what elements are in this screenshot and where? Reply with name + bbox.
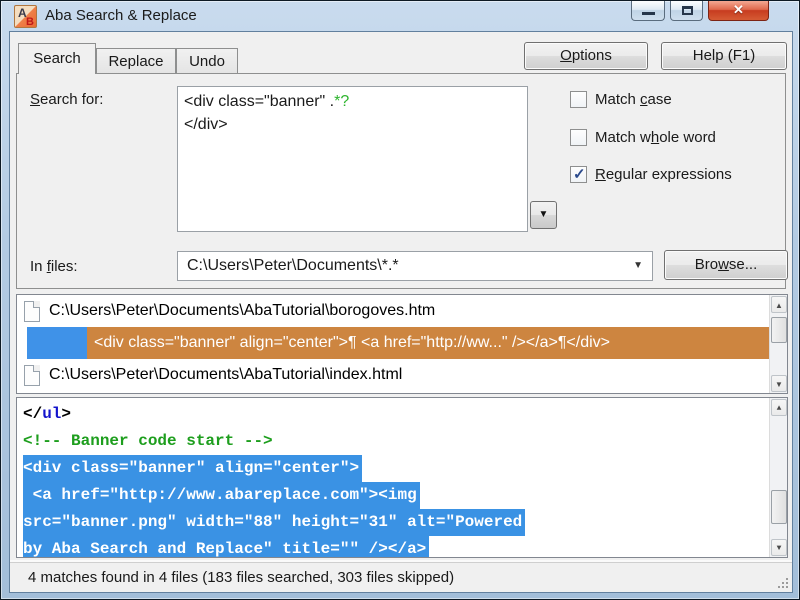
app-window: A B Aba Search & Replace ✕ Search Replac… <box>0 0 800 600</box>
code-line-selected: by Aba Search and Replace" title="" /></… <box>23 536 767 557</box>
title-bar[interactable]: A B Aba Search & Replace ✕ <box>1 1 799 31</box>
tab-undo[interactable]: Undo <box>176 48 238 74</box>
result-row-file-1[interactable]: C:\Users\Peter\Documents\AbaTutorial\bor… <box>17 295 787 327</box>
preview-scrollbar[interactable]: ▲ ▼ <box>769 398 787 557</box>
regex-metachar: *? <box>334 93 350 110</box>
browse-button[interactable]: Browse... <box>664 250 788 280</box>
help-button[interactable]: Help (F1) <box>661 42 787 70</box>
window-title: Aba Search & Replace <box>45 7 197 24</box>
search-history-dropdown-button[interactable]: ▼ <box>530 201 557 229</box>
selection-marker <box>27 327 87 359</box>
scroll-down-button[interactable]: ▼ <box>771 375 787 392</box>
scroll-up-button[interactable]: ▲ <box>771 399 787 416</box>
app-icon: A B <box>14 5 37 28</box>
minimize-icon <box>642 12 655 15</box>
code-line: </ul> <box>23 405 72 423</box>
checkbox-regular-expressions[interactable]: ✓ Regular expressions <box>570 166 732 183</box>
result-file-path: C:\Users\Peter\Documents\AbaTutorial\bor… <box>49 302 436 319</box>
resize-grip[interactable] <box>776 576 788 588</box>
match-whole-word-checkbox-box[interactable] <box>570 129 587 146</box>
tab-search[interactable]: Search <box>18 43 96 74</box>
close-icon: ✕ <box>733 2 744 17</box>
search-pattern-line1: <div class="banner" .*? <box>184 93 350 110</box>
options-button[interactable]: Options <box>524 42 648 70</box>
preview-pane[interactable]: </ul> <!-- Banner code start --> <div cl… <box>16 397 788 558</box>
match-case-label: Match case <box>595 91 672 108</box>
search-pattern-line2: </div> <box>184 116 228 133</box>
match-case-checkbox-box[interactable] <box>570 91 587 108</box>
scroll-thumb[interactable] <box>771 490 787 524</box>
checkbox-match-case[interactable]: Match case <box>570 91 672 108</box>
result-file-path: C:\Users\Peter\Documents\AbaTutorial\ind… <box>49 366 403 383</box>
scroll-down-button[interactable]: ▼ <box>771 539 787 556</box>
results-list: C:\Users\Peter\Documents\AbaTutorial\bor… <box>16 294 788 394</box>
dialog-content: Search Replace Undo Options Help (F1) Se… <box>9 31 793 593</box>
match-whole-word-label: Match whole word <box>595 129 716 146</box>
scroll-up-button[interactable]: ▲ <box>771 296 787 313</box>
results-scrollbar[interactable]: ▲ ▼ <box>769 295 787 393</box>
status-text: 4 matches found in 4 files (183 files se… <box>28 569 455 586</box>
code-line-selected: <a href="http://www.abareplace.com"><img <box>23 482 767 509</box>
checkmark-icon: ✓ <box>573 166 586 183</box>
in-files-label: In files: <box>30 258 78 275</box>
close-button[interactable]: ✕ <box>708 1 769 21</box>
scroll-thumb[interactable] <box>771 317 787 343</box>
minimize-button[interactable] <box>631 1 665 21</box>
regular-expressions-checkbox-box[interactable]: ✓ <box>570 166 587 183</box>
window-controls: ✕ <box>631 1 769 21</box>
preview-code: </ul> <!-- Banner code start --> <div cl… <box>23 401 767 557</box>
search-for-label: Search for: <box>30 91 104 108</box>
app-icon-letter-b: B <box>26 16 34 28</box>
maximize-button[interactable] <box>670 1 703 21</box>
search-input[interactable]: <div class="banner" .*? </div> <box>177 86 528 232</box>
regular-expressions-label: Regular expressions <box>595 166 732 183</box>
maximize-icon <box>682 6 693 15</box>
file-icon <box>24 364 40 386</box>
in-files-path-value: C:\Users\Peter\Documents\*.* <box>187 257 399 274</box>
result-row-file-2[interactable]: C:\Users\Peter\Documents\AbaTutorial\ind… <box>17 359 787 391</box>
code-line-selected: <div class="banner" align="center"> <box>23 455 767 482</box>
result-row-match[interactable]: <div class="banner" align="center">¶ <a … <box>17 327 787 359</box>
chevron-down-icon: ▼ <box>538 209 549 220</box>
dropdown-arrow-icon: ▼ <box>633 260 643 271</box>
tab-replace[interactable]: Replace <box>96 48 176 74</box>
code-line-selected: src="banner.png" width="88" height="31" … <box>23 509 767 536</box>
checkbox-match-whole-word[interactable]: Match whole word <box>570 129 716 146</box>
in-files-combobox[interactable]: C:\Users\Peter\Documents\*.* ▼ <box>177 251 653 281</box>
code-line-comment: <!-- Banner code start --> <box>23 432 273 450</box>
status-bar: 4 matches found in 4 files (183 files se… <box>10 562 792 592</box>
file-icon <box>24 300 40 322</box>
match-highlight-text: <div class="banner" align="center">¶ <a … <box>87 327 769 359</box>
